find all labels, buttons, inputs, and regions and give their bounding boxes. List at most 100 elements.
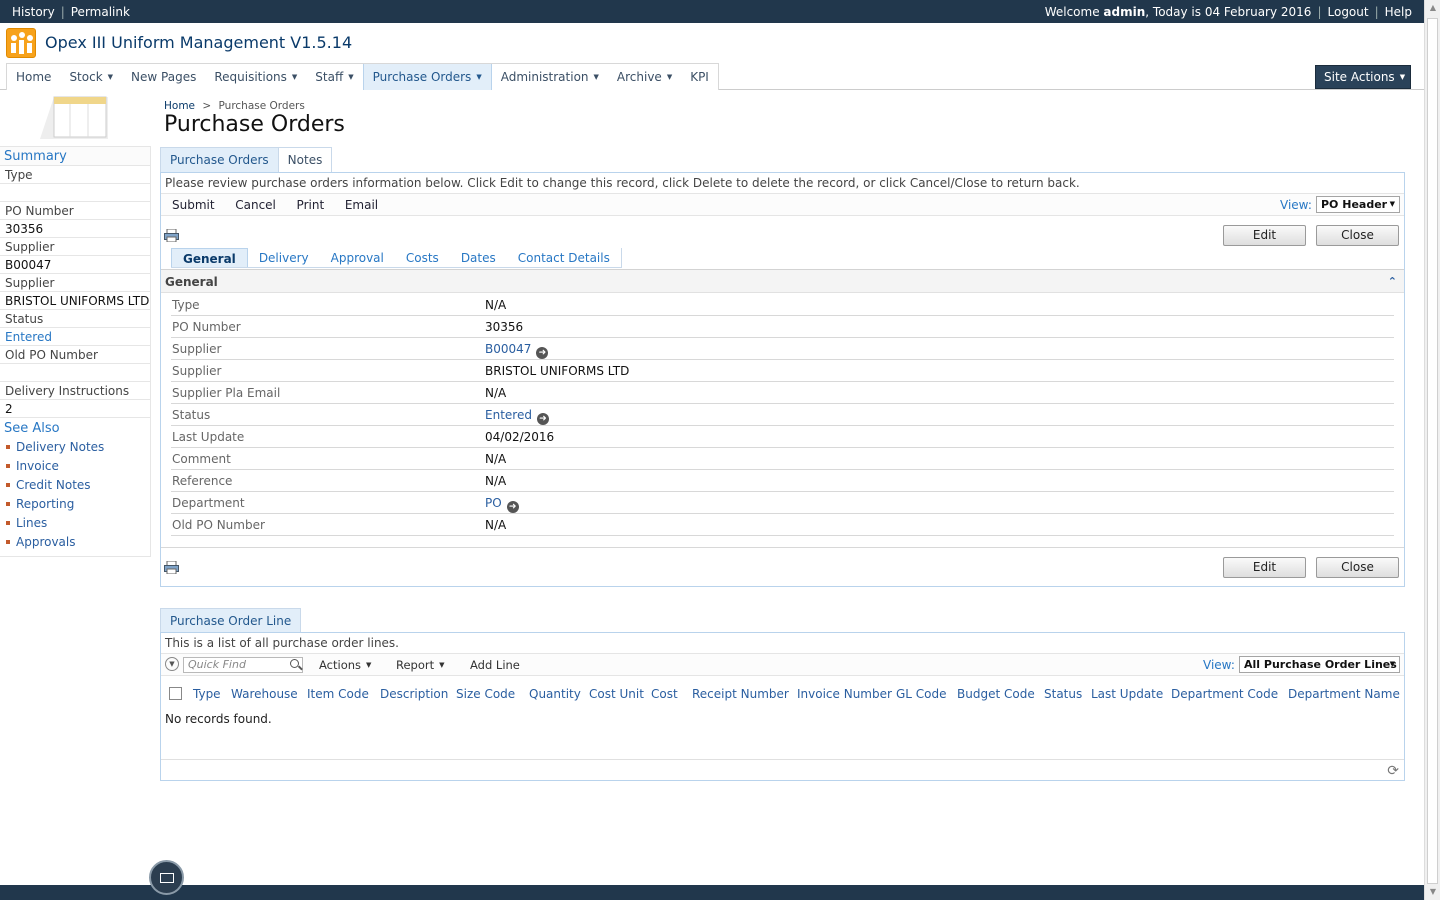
col-budget-code[interactable]: Budget Code [957, 687, 1035, 701]
general-fields: Type N/A PO Number 30356 Supplier B00047 ➜ S… [171, 294, 1394, 536]
tab-purchase-order-line[interactable]: Purchase Order Line [160, 608, 302, 633]
col-status[interactable]: Status [1044, 687, 1082, 701]
sidebar-status-label: Status [0, 310, 150, 328]
subtab-approval[interactable]: Approval [320, 248, 395, 267]
lines-table-header: Type Warehouse Item Code Description Siz… [161, 681, 1404, 707]
history-link[interactable]: History [12, 5, 55, 19]
subtab-contact-details[interactable]: Contact Details [507, 248, 622, 267]
subtab-costs[interactable]: Costs [395, 248, 450, 267]
quick-find-input[interactable]: Quick Find [183, 657, 303, 673]
subtab-general[interactable]: General [171, 248, 248, 267]
nav-new-pages[interactable]: New Pages [122, 64, 205, 90]
app-logo-icon [6, 28, 36, 58]
col-description[interactable]: Description [380, 687, 448, 701]
field-row: Old PO Number N/A [171, 514, 1394, 536]
breadcrumb-home[interactable]: Home [164, 100, 195, 112]
cancel-button[interactable]: Cancel [235, 198, 276, 212]
nav-administration[interactable]: Administration ▼ [492, 64, 608, 90]
col-department-code[interactable]: Department Code [1171, 687, 1278, 701]
subtab-delivery[interactable]: Delivery [248, 248, 320, 267]
see-also-credit-notes[interactable]: Credit Notes [0, 476, 150, 495]
see-also-reporting[interactable]: Reporting [0, 495, 150, 514]
field-row: Supplier B00047 ➜ [171, 338, 1394, 360]
select-all-checkbox[interactable] [169, 687, 182, 700]
print-icon[interactable] [164, 229, 179, 242]
print-button[interactable]: Print [297, 198, 325, 212]
app-title: Opex III Uniform Management V1.5.14 [45, 33, 353, 52]
refresh-icon[interactable]: ⟳ [1387, 763, 1399, 779]
col-warehouse[interactable]: Warehouse [231, 687, 298, 701]
sidebar-supplier-code: B00047 [0, 256, 150, 274]
vertical-scrollbar[interactable]: ▲ ▼ [1424, 0, 1440, 900]
sidebar-delivery-value: 2 [0, 400, 150, 418]
scroll-up-icon[interactable]: ▲ [1425, 0, 1440, 16]
logout-link[interactable]: Logout [1328, 5, 1369, 19]
nav-home[interactable]: Home [7, 64, 60, 90]
col-cost-unit[interactable]: Cost Unit [589, 687, 644, 701]
sidebar-status-value[interactable]: Entered [0, 328, 150, 346]
supplier-code-link[interactable]: B00047 ➜ [485, 342, 549, 359]
report-menu[interactable]: Report ▼ [396, 654, 445, 676]
collapse-up-icon[interactable]: ⌃ [1388, 275, 1397, 288]
sidebar-delivery-label: Delivery Instructions [0, 382, 150, 400]
see-also-invoice[interactable]: Invoice [0, 457, 150, 476]
edit-button-bottom[interactable]: Edit [1223, 557, 1306, 578]
site-actions-button[interactable]: Site Actions ▼ [1315, 65, 1411, 89]
nav-requisitions[interactable]: Requisitions ▼ [205, 64, 306, 90]
mail-button[interactable] [149, 860, 184, 895]
permalink-link[interactable]: Permalink [71, 5, 130, 19]
scroll-thumb[interactable] [1427, 18, 1438, 884]
add-line-button[interactable]: Add Line [470, 654, 520, 676]
scroll-down-icon[interactable]: ▼ [1425, 884, 1440, 900]
expand-down-icon[interactable]: ▼ [165, 657, 179, 671]
nav-archive[interactable]: Archive ▼ [608, 64, 681, 90]
actions-menu[interactable]: Actions ▼ [319, 654, 371, 676]
subtab-dates[interactable]: Dates [450, 248, 507, 267]
lines-view-select[interactable]: All Purchase Order Lines ▼ [1239, 656, 1400, 673]
email-button[interactable]: Email [345, 198, 378, 212]
col-quantity[interactable]: Quantity [529, 687, 581, 701]
welcome-user: admin [1103, 5, 1146, 19]
col-cost[interactable]: Cost [651, 687, 678, 701]
see-also-lines[interactable]: Lines [0, 514, 150, 533]
field-row: Type N/A [171, 294, 1394, 316]
col-receipt-number[interactable]: Receipt Number [692, 687, 789, 701]
col-invoice-number[interactable]: Invoice Number [797, 687, 892, 701]
view-select[interactable]: PO Header ▼ [1316, 196, 1400, 213]
see-also-heading: See Also [4, 421, 60, 436]
submit-button[interactable]: Submit [172, 198, 215, 212]
nav-purchase-orders[interactable]: Purchase Orders ▼ [362, 64, 492, 90]
col-size-code[interactable]: Size Code [456, 687, 515, 701]
tab-notes[interactable]: Notes [277, 147, 333, 172]
close-button[interactable]: Close [1316, 225, 1399, 246]
arrow-right-circle-icon: ➜ [536, 413, 549, 425]
field-row: Comment N/A [171, 448, 1394, 470]
record-image-icon [40, 96, 108, 139]
see-also-approvals[interactable]: Approvals [0, 533, 150, 552]
help-link[interactable]: Help [1385, 5, 1412, 19]
print-icon[interactable] [164, 561, 179, 574]
see-also-delivery-notes[interactable]: Delivery Notes [0, 438, 150, 457]
field-row: Supplier BRISTOL UNIFORMS LTD [171, 360, 1394, 382]
general-section-title: General [165, 275, 218, 289]
nav-stock[interactable]: Stock ▼ [60, 64, 122, 90]
search-icon [290, 659, 299, 668]
col-type[interactable]: Type [193, 687, 221, 701]
col-item-code[interactable]: Item Code [307, 687, 369, 701]
nav-kpi[interactable]: KPI [681, 64, 718, 90]
nav-staff[interactable]: Staff ▼ [306, 64, 362, 90]
no-records-message: No records found. [165, 712, 272, 726]
sidebar-supplier-label-2: Supplier [0, 274, 150, 292]
field-row: PO Number 30356 [171, 316, 1394, 338]
edit-button[interactable]: Edit [1223, 225, 1306, 246]
col-gl-code[interactable]: GL Code [896, 687, 947, 701]
status-link[interactable]: Entered ➜ [485, 408, 549, 425]
col-last-update[interactable]: Last Update [1091, 687, 1163, 701]
field-row: Supplier Pla Email N/A [171, 382, 1394, 404]
form-subtabs: General Delivery Approval Costs Dates Co… [171, 248, 622, 268]
col-department-name[interactable]: Department Name [1288, 687, 1400, 701]
close-button-bottom[interactable]: Close [1316, 557, 1399, 578]
tab-purchase-orders[interactable]: Purchase Orders [160, 147, 279, 172]
department-link[interactable]: PO ➜ [485, 496, 519, 513]
footer-bar [0, 885, 1424, 900]
